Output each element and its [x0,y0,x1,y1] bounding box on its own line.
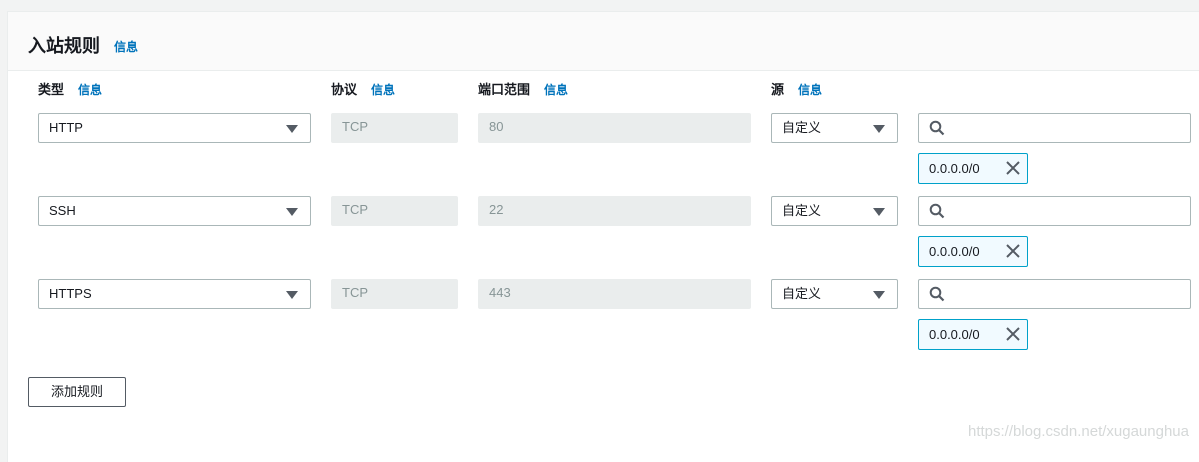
column-header-port-range: 端口范围 信息 [478,82,569,97]
source-type-value: 自定义 [782,286,822,301]
source-type-select[interactable]: 自定义 [771,196,898,226]
type-value: HTTPS [49,286,92,301]
cidr-token: 0.0.0.0/0 [918,236,1028,267]
type-select[interactable]: HTTPS [38,279,311,309]
column-header-protocol: 协议 信息 [331,82,396,97]
search-icon [929,203,945,219]
info-link[interactable]: 信息 [114,40,138,54]
info-link[interactable]: 信息 [78,83,102,97]
source-type-select[interactable]: 自定义 [771,279,898,309]
caret-down-icon [873,208,885,216]
source-type-value: 自定义 [782,120,822,135]
caret-down-icon [286,125,298,133]
caret-down-icon [286,208,298,216]
caret-down-icon [286,291,298,299]
add-rule-button[interactable]: 添加规则 [28,377,126,407]
panel-title: 入站规则 信息 [28,36,139,56]
port-range-field: 80 [478,113,751,143]
info-link[interactable]: 信息 [371,83,395,97]
cidr-value: 0.0.0.0/0 [929,161,980,176]
inbound-rules-panel: 入站规则 信息 类型 信息 协议 信息 端口范围 信息 源信息 HTTP TCP 80 … [7,11,1199,462]
source-search-input[interactable] [918,279,1191,309]
close-icon[interactable] [1005,326,1021,342]
close-icon[interactable] [1005,160,1021,176]
cidr-value: 0.0.0.0/0 [929,244,980,259]
source-search-input[interactable] [918,196,1191,226]
column-header-source: 源信息 [771,82,823,97]
watermark: https://blog.csdn.net/xugaunghua [967,423,1189,440]
panel-header: 入站规则 信息 [8,12,1199,71]
protocol-field: TCP [331,113,458,143]
protocol-field: TCP [331,196,458,226]
cidr-value: 0.0.0.0/0 [929,327,980,342]
caret-down-icon [873,125,885,133]
search-icon [929,286,945,302]
source-type-select[interactable]: 自定义 [771,113,898,143]
close-icon[interactable] [1005,243,1021,259]
cidr-token: 0.0.0.0/0 [918,153,1028,184]
protocol-field: TCP [331,279,458,309]
source-type-value: 自定义 [782,203,822,218]
info-link[interactable]: 信息 [544,83,568,97]
search-icon [929,120,945,136]
port-range-field: 443 [478,279,751,309]
info-link[interactable]: 信息 [798,83,822,97]
source-search-input[interactable] [918,113,1191,143]
column-header-type: 类型 信息 [38,82,103,97]
type-value: SSH [49,203,76,218]
cidr-token: 0.0.0.0/0 [918,319,1028,350]
caret-down-icon [873,291,885,299]
port-range-field: 22 [478,196,751,226]
type-select[interactable]: SSH [38,196,311,226]
type-value: HTTP [49,120,83,135]
type-select[interactable]: HTTP [38,113,311,143]
